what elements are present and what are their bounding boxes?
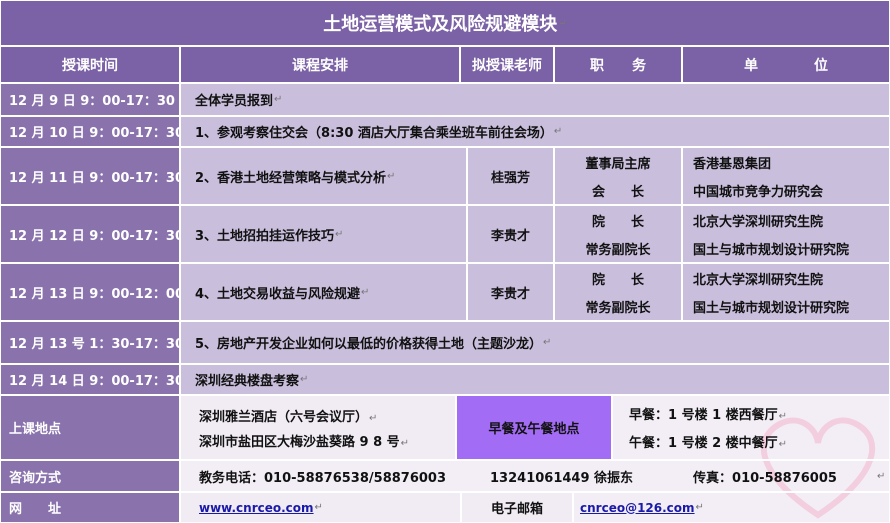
row6-time: 12 月 13 号 1：30-17：30 [0, 321, 180, 364]
row4-course: 3、土地招拍挂运作技巧 ↵ [180, 205, 467, 263]
contact-info: 教务电话：010-58876538/58876003 13241061449 徐… [180, 460, 890, 492]
meal-location-label: 早餐及午餐地点 [456, 395, 612, 460]
row3-course: 2、香港土地经营策略与模式分析 ↵ [180, 147, 467, 205]
email-label: 电子邮箱 [461, 492, 573, 523]
row4-position: 院 长常务副院长 [554, 205, 682, 263]
meal-locations: 早餐：1 号楼 1 楼西餐厅↵ 午餐：1 号楼 2 楼中餐厅↵ [612, 395, 890, 460]
header-position: 职 务 [554, 46, 682, 83]
header-course: 课程安排 [180, 46, 460, 83]
row4-time: 12 月 12 日 9：00-17：30 [0, 205, 180, 263]
venue-label: 上课地点 [0, 395, 180, 460]
header-unit: 单 位 [682, 46, 890, 83]
row1-time: 12 月 9 日 9：00-17：30 [0, 83, 180, 116]
row4-teacher: 李贵才 [467, 205, 554, 263]
row5-position: 院 长常务副院长 [554, 263, 682, 321]
row5-teacher: 李贵才 [467, 263, 554, 321]
website-label: 网 址 [0, 492, 180, 523]
contact-label: 咨询方式 [0, 460, 180, 492]
row7-time: 12 月 14 日 9：00-17：30 [0, 364, 180, 395]
contact-phone: 教务电话：010-58876538/58876003 [199, 470, 447, 486]
email-link[interactable]: cnrceo@126.com [580, 501, 695, 515]
row2-course: 1、参观考察住交会（8:30 酒店大厅集合乘坐班车前往会场） ↵ [180, 116, 890, 147]
schedule-sheet: 土地运营模式及风险规避模块 ↵ 授课时间 课程安排 拟授课老师 职 务 单 位 1… [0, 0, 890, 523]
contact-mobile: 13241061449 徐振东 [490, 470, 634, 486]
website-link[interactable]: www.cnrceo.com [199, 501, 314, 515]
venue-address: 深圳雅兰酒店（六号会议厅）↵ 深圳市盐田区大梅沙盐葵路 9 8 号↵ [180, 395, 456, 460]
row1-course: 全体学员报到 ↵ [180, 83, 890, 116]
row7-course: 深圳经典楼盘考察 ↵ [180, 364, 890, 395]
row2-time: 12 月 10 日 9：00-17：30 [0, 116, 180, 147]
row6-course: 5、房地产开发企业如何以最低的价格获得土地（主题沙龙） ↵ [180, 321, 890, 364]
row5-time: 12 月 13 日 9：00-12：00 [0, 263, 180, 321]
page-title: 土地运营模式及风险规避模块 ↵ [0, 0, 890, 46]
row4-unit: 北京大学深圳研究生院 国土与城市规划设计研究院 [682, 205, 890, 263]
row3-teacher: 桂强芳 [467, 147, 554, 205]
contact-fax: 传真：010-58876005 [693, 470, 837, 486]
row5-course: 4、土地交易收益与风险规避 ↵ [180, 263, 467, 321]
header-time: 授课时间 [0, 46, 180, 83]
row5-unit: 北京大学深圳研究生院 国土与城市规划设计研究院 [682, 263, 890, 321]
row3-time: 12 月 11 日 9：00-17：30 [0, 147, 180, 205]
email-cell: cnrceo@126.com ↵ [573, 492, 890, 523]
row3-position: 董事局主席会 长 [554, 147, 682, 205]
website-cell: www.cnrceo.com ↵ [180, 492, 461, 523]
row3-unit: 香港基恩集团 中国城市竞争力研究会 [682, 147, 890, 205]
header-teacher: 拟授课老师 [460, 46, 554, 83]
